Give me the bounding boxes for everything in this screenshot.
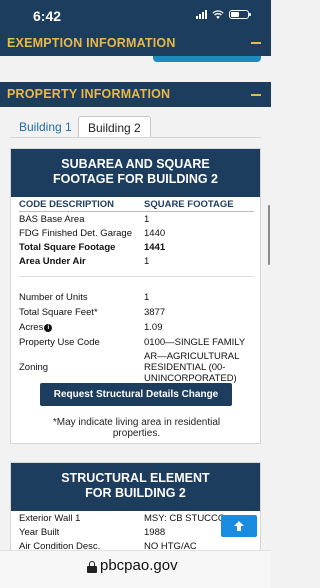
row-label: Total Square Footage <box>19 242 116 253</box>
column-header-code: CODE DESCRIPTION <box>19 199 115 210</box>
zoning-line: RESIDENTIAL (00- <box>144 362 226 373</box>
browser-url-bar[interactable]: pbcpao.gov <box>0 550 271 588</box>
table-header-divider <box>19 211 254 212</box>
note-line: *May indicate living area in residential <box>52 417 221 428</box>
row-value: 1441 <box>144 242 166 253</box>
detail-label: Property Use Code <box>19 337 100 348</box>
detail-value: AR—AGRICULTURAL RESIDENTIAL (00- UNINCOR… <box>144 351 256 384</box>
status-bar: 6:42 <box>0 0 271 30</box>
row-value: 1 <box>144 256 150 267</box>
structural-title-line2: FOR BUILDING 2 <box>85 486 186 500</box>
tab-building-1[interactable]: Building 1 <box>10 116 81 138</box>
arrow-up-icon <box>234 521 244 531</box>
wifi-icon <box>212 10 224 19</box>
request-structural-change-button[interactable]: Request Structural Details Change <box>40 383 232 406</box>
detail-value: 1 <box>144 292 150 303</box>
row-value: 1 <box>144 214 150 225</box>
subarea-title-line2: FOOTAGE FOR BUILDING 2 <box>52 172 219 186</box>
detail-label: Zoning <box>19 362 49 373</box>
lock-icon <box>87 561 97 573</box>
scroll-to-top-button[interactable] <box>221 515 257 537</box>
exemption-button-partial[interactable] <box>153 56 261 62</box>
structural-title-line1: STRUCTURAL ELEMENT <box>61 471 210 485</box>
status-time: 6:42 <box>33 8 62 24</box>
row-label: BAS Base Area <box>19 214 85 225</box>
scrollbar-thumb[interactable] <box>268 205 270 265</box>
subarea-card: SUBAREA AND SQUARE FOOTAGE FOR BUILDING … <box>10 148 261 444</box>
tab-divider <box>10 137 261 138</box>
row-label: Exterior Wall 1 <box>19 513 81 524</box>
subarea-card-header: SUBAREA AND SQUARE FOOTAGE FOR BUILDING … <box>11 149 260 197</box>
status-icons <box>196 10 251 19</box>
acres-label: Acres <box>19 322 44 333</box>
column-header-sqft: SQUARE FOOTAGE <box>144 199 234 210</box>
exemption-section-header[interactable]: EXEMPTION INFORMATION <box>0 30 271 56</box>
detail-label: Number of Units <box>19 292 88 303</box>
note-line: properties. <box>112 428 161 439</box>
structural-card-header: STRUCTURAL ELEMENT FOR BUILDING 2 <box>11 463 260 511</box>
battery-icon <box>229 10 251 19</box>
detail-value: 3877 <box>144 307 166 318</box>
detail-row-zoning: Zoning AR—AGRICULTURAL RESIDENTIAL (00- … <box>19 351 254 384</box>
info-icon[interactable]: i <box>44 324 53 332</box>
detail-label: Acres i <box>19 322 144 333</box>
row-label: Area Under Air <box>19 256 86 267</box>
minus-icon <box>251 42 261 44</box>
row-label: FDG Finished Det. Garage <box>19 228 132 239</box>
signal-icon <box>196 10 207 19</box>
property-section-title: PROPERTY INFORMATION <box>7 87 171 101</box>
row-label: Year Built <box>19 527 60 538</box>
zoning-line: AR—AGRICULTURAL <box>144 351 240 362</box>
living-area-note: *May indicate living area in residential… <box>31 417 242 439</box>
tab-building-2[interactable]: Building 2 <box>78 116 151 138</box>
row-value: 1440 <box>144 228 166 239</box>
section-divider <box>19 276 254 277</box>
subarea-title-line1: SUBAREA AND SQUARE <box>61 157 210 171</box>
minus-icon <box>251 94 261 96</box>
detail-value: 0100—SINGLE FAMILY <box>144 337 246 348</box>
detail-value: 1.09 <box>144 322 163 333</box>
property-section-header[interactable]: PROPERTY INFORMATION <box>0 82 271 107</box>
url-text[interactable]: pbcpao.gov <box>100 557 178 574</box>
exemption-section-title: EXEMPTION INFORMATION <box>7 36 176 50</box>
detail-label: Total Square Feet* <box>19 307 98 318</box>
